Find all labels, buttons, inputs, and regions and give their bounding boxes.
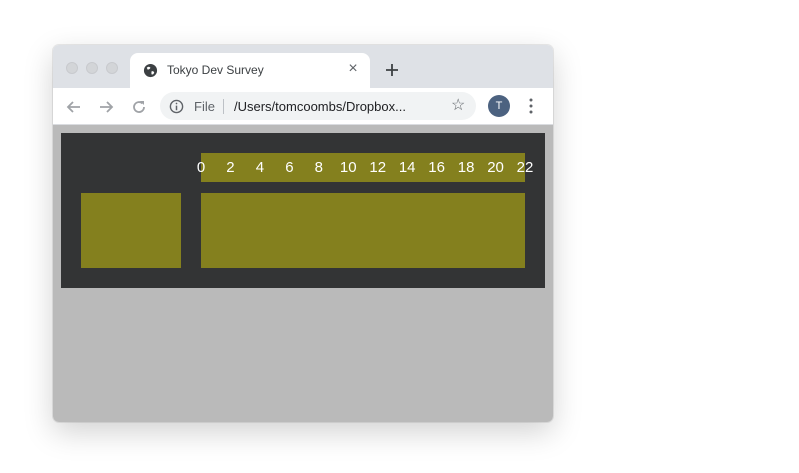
globe-icon	[143, 63, 158, 78]
address-url[interactable]: /Users/tomcoombs/Dropbox...	[234, 99, 406, 114]
address-bar[interactable]: File /Users/tomcoombs/Dropbox... ☆	[160, 92, 476, 120]
zoom-window-dot[interactable]	[106, 62, 118, 74]
tab-tokyo-dev-survey[interactable]: Tokyo Dev Survey ×	[130, 53, 370, 88]
info-icon[interactable]	[169, 99, 184, 114]
close-icon[interactable]: ×	[344, 60, 362, 78]
star-icon[interactable]: ☆	[451, 97, 465, 115]
page-content: 0 2 4 6 8 10 12 14 16 18 20 22	[53, 125, 553, 422]
close-window-dot[interactable]	[66, 62, 78, 74]
tab-title: Tokyo Dev Survey	[167, 63, 264, 77]
x-tick-label: 20	[487, 159, 504, 176]
bar	[201, 193, 525, 268]
forward-icon[interactable]	[96, 97, 116, 117]
x-tick-label: 8	[314, 159, 323, 176]
x-tick-label: 16	[428, 159, 445, 176]
address-scheme: File	[194, 99, 215, 114]
x-tick-label: 0	[196, 159, 206, 176]
x-tick-label: 22	[516, 159, 534, 176]
browser-toolbar: File /Users/tomcoombs/Dropbox... ☆ T	[53, 88, 553, 125]
x-tick-label: 2	[226, 159, 235, 176]
x-tick-label: 18	[457, 159, 475, 176]
chart-panel: 0 2 4 6 8 10 12 14 16 18 20 22	[61, 133, 545, 288]
profile-avatar[interactable]: T	[488, 95, 510, 117]
minimize-window-dot[interactable]	[86, 62, 98, 74]
x-tick-label: 6	[285, 159, 294, 176]
address-separator	[223, 99, 224, 114]
tab-strip: Tokyo Dev Survey ×	[53, 45, 553, 88]
new-tab-icon[interactable]	[381, 59, 403, 81]
reload-icon[interactable]	[129, 97, 149, 117]
x-tick-label: 4	[255, 159, 265, 176]
axis-bar	[201, 153, 525, 182]
x-tick-label: 12	[369, 159, 387, 176]
x-tick-label: 10	[339, 159, 357, 176]
browser-window: Tokyo Dev Survey × File /Users/tomcoombs	[53, 45, 553, 422]
back-icon[interactable]	[64, 97, 84, 117]
label-block	[81, 193, 181, 268]
x-tick-label: 14	[398, 159, 416, 176]
menu-icon[interactable]	[525, 96, 537, 116]
